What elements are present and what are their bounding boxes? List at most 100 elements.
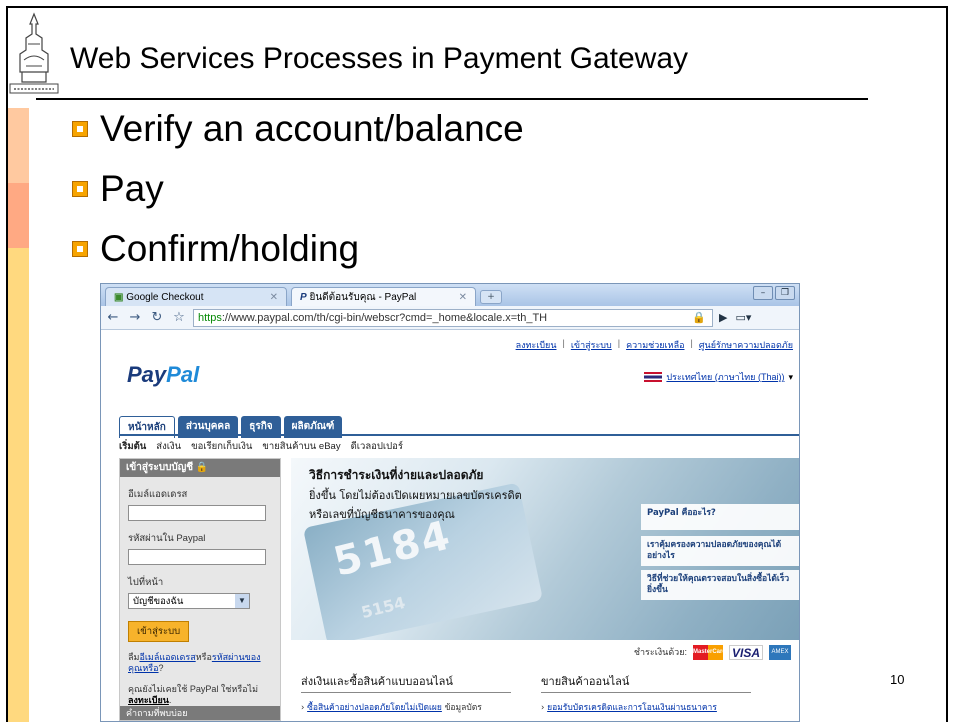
bullet-text: Confirm/holding <box>100 228 360 269</box>
browser-tab-bar: ▣ Google Checkout ✕ P ยินดีต้อนรับคุณ - … <box>101 284 799 306</box>
minimize-icon[interactable]: – <box>753 286 773 300</box>
email-field[interactable] <box>128 505 266 521</box>
browser-toolbar: ← → ↻ ☆ https://www.paypal.com/th/cgi-bi… <box>101 306 799 330</box>
new-tab-button[interactable]: + <box>480 290 502 304</box>
protection-link[interactable]: เราคุ้มครองความปลอดภัยของคุณได้อย่างไร <box>641 536 799 566</box>
amex-icon: AMEX <box>769 644 791 660</box>
sell-heading: ขายสินค้าออนไลน์ <box>541 672 751 693</box>
what-is-paypal-link[interactable]: PayPal คืออะไร? <box>641 504 799 530</box>
address-bar[interactable]: https://www.paypal.com/th/cgi-bin/webscr… <box>193 308 713 327</box>
slide-title: Web Services Processes in Payment Gatewa… <box>70 42 689 75</box>
back-arrow-icon[interactable]: ← <box>105 310 121 325</box>
password-label: รหัสผ่านใน Paypal <box>128 533 206 544</box>
top-links: ลงทะเบียน | เข้าสู่ระบบ | ความช่วยเหลือ | ศ… <box>516 338 793 352</box>
bullet-square-icon <box>72 241 88 257</box>
not-user-text: คุณยังไม่เคยใช้ PayPal ใช่หรือไม่ ลงทะเบ… <box>128 684 259 705</box>
decor-strip <box>8 183 29 248</box>
subnav-ebay[interactable]: ขายสินค้าบน eBay <box>262 439 340 454</box>
url-rest: ://www.paypal.com/th/cgi-bin/webscr?cmd=… <box>221 311 548 324</box>
tab-paypal[interactable]: P ยินดีต้อนรับคุณ - PayPal ✕ <box>291 287 476 306</box>
bullet-text: Pay <box>100 168 164 209</box>
not-user-label: คุณยังไม่เคยใช้ PayPal ใช่หรือไม่ <box>128 684 259 694</box>
paypal-icon: P <box>300 291 307 303</box>
paypal-page: ลงทะเบียน | เข้าสู่ระบบ | ความช่วยเหลือ | ศ… <box>101 330 799 721</box>
star-icon[interactable]: ☆ <box>171 310 187 325</box>
window-controls: – ❐ <box>753 286 795 300</box>
bullet-item: Verify an account/balance <box>72 108 524 150</box>
title-underline <box>36 98 868 100</box>
tab-underline <box>119 434 799 436</box>
separator: | <box>690 338 693 348</box>
forgot-prefix: ลืม <box>128 652 140 662</box>
email-label: อีเมล์แอดเดรส <box>128 489 188 500</box>
goto-value: บัญชีของฉัน <box>133 595 184 607</box>
chevron-down-icon: ▼ <box>235 594 249 608</box>
close-tab-icon[interactable]: ✕ <box>459 292 467 303</box>
thai-flag-icon <box>644 372 663 382</box>
mastercard-icon: MasterCard <box>693 644 726 660</box>
tab-google-checkout[interactable]: ▣ Google Checkout ✕ <box>105 287 287 306</box>
subnav-send[interactable]: ส่งเงิน <box>156 439 181 454</box>
university-seal-icon <box>9 12 59 94</box>
promo-banner: 5184 5154 วิธีการชำระเงินที่ง่ายและปลอดภ… <box>291 458 799 640</box>
url-scheme: https <box>198 311 222 324</box>
payment-methods-bar: ชำระเงินด้วย: MasterCard VISA AMEX <box>291 642 799 662</box>
forgot-email-link[interactable]: อีเมล์แอดเดรส <box>139 652 195 662</box>
banner-heading: วิธีการชำระเงินที่ง่ายและปลอดภัย <box>309 468 484 482</box>
toolbar-right: ▶ ▭▾ <box>719 311 751 324</box>
help-link[interactable]: ความช่วยเหลือ <box>626 338 684 352</box>
language-label[interactable]: ประเทศไทย (ภาษาไทย (Thai)) <box>666 370 784 384</box>
page-number: 10 <box>890 672 905 687</box>
login-heading-text: เข้าสู่ระบบบัญชี <box>126 462 194 473</box>
bullet-square-icon <box>72 181 88 197</box>
reload-icon[interactable]: ↻ <box>149 310 165 325</box>
register-link[interactable]: ลงทะเบียน <box>516 338 557 352</box>
sub-nav: เริ่มต้น ส่งเงิน ขอเรียกเก็บเงิน ขายสินค… <box>119 439 403 454</box>
pay-with-label: ชำระเงินด้วย: <box>633 647 687 657</box>
goto-select[interactable]: บัญชีของฉัน ▼ <box>128 593 250 609</box>
logo-pal: Pal <box>166 362 200 387</box>
close-tab-icon[interactable]: ✕ <box>270 292 278 303</box>
page-menu-icon[interactable]: ▭▾ <box>735 311 751 324</box>
logo-pay: Pay <box>127 362 167 387</box>
forgot-or: หรือ <box>195 652 212 662</box>
paypal-logo[interactable]: PayPal <box>127 362 199 388</box>
maximize-icon[interactable]: ❐ <box>775 286 795 300</box>
checkout-faster-link[interactable]: วิธีที่ช่วยให้คุณตรวจสอบในสิ่งซื้อได้เร็… <box>641 570 799 600</box>
faq-heading[interactable]: คำถามที่พบบ่อย <box>120 706 280 720</box>
buy-safely-link[interactable]: ซื้อสินค้าอย่างปลอดภัยโดยไม่เปิดเผย <box>307 703 442 713</box>
separator: | <box>617 338 621 348</box>
tab-label: Google Checkout <box>126 291 204 303</box>
subnav-start[interactable]: เริ่มต้น <box>119 439 146 454</box>
subnav-request[interactable]: ขอเรียกเก็บเงิน <box>191 439 252 454</box>
banner-text: ยิ่งขึ้น โดยไม่ต้องเปิดเผยหมายเลขบัตรเคร… <box>309 489 522 502</box>
bullet-text: Verify an account/balance <box>100 108 524 149</box>
decor-strip <box>8 108 29 183</box>
google-checkout-icon: ▣ <box>114 291 124 303</box>
password-field[interactable] <box>128 549 266 565</box>
register-link[interactable]: ลงทะเบียน <box>128 695 169 705</box>
bullet-square-icon <box>72 121 88 137</box>
chevron-down-icon: ▾ <box>788 371 793 382</box>
lock-icon: 🔒 <box>195 462 209 473</box>
play-icon[interactable]: ▶ <box>719 311 727 324</box>
browser-screenshot: ▣ Google Checkout ✕ P ยินดีต้อนรับคุณ - … <box>100 283 800 722</box>
security-center-link[interactable]: ศูนย์รักษาความปลอดภัย <box>699 338 793 352</box>
login-link[interactable]: เข้าสู่ระบบ <box>571 338 612 352</box>
decor-strip <box>8 248 29 722</box>
language-selector[interactable]: ประเทศไทย (ภาษาไทย (Thai)) ▾ <box>644 370 793 384</box>
forgot-text: ลืมอีเมล์แอดเดรสหรือรหัสผ่านของคุณหรือ? <box>128 652 272 674</box>
login-button[interactable]: เข้าสู่ระบบ <box>128 621 190 642</box>
forward-arrow-icon[interactable]: → <box>127 310 143 325</box>
list-item-text: ข้อมูลบัตร <box>444 703 482 713</box>
goto-label: ไปที่หน้า <box>128 577 164 588</box>
visa-icon: VISA <box>729 644 763 660</box>
banner-text: หรือเลขที่บัญชีธนาคารของคุณ <box>309 508 455 521</box>
accept-cards-link[interactable]: ยอมรับบัตรเครดิตและการโอนเงินผ่านธนาคาร <box>547 703 717 713</box>
list-item: › ยอมรับบัตรเครดิตและการโอนเงินผ่านธนาคา… <box>541 703 717 713</box>
lock-icon[interactable]: 🔒 <box>692 311 706 324</box>
login-heading: เข้าสู่ระบบบัญชี 🔒 <box>120 459 280 477</box>
send-buy-heading: ส่งเงินและซื้อสินค้าแบบออนไลน์ <box>301 672 511 693</box>
subnav-developer[interactable]: ดีเวลอปเปอร์ <box>351 439 403 454</box>
list-item: › ซื้อสินค้าอย่างปลอดภัยโดยไม่เปิดเผย ข้… <box>301 703 482 713</box>
